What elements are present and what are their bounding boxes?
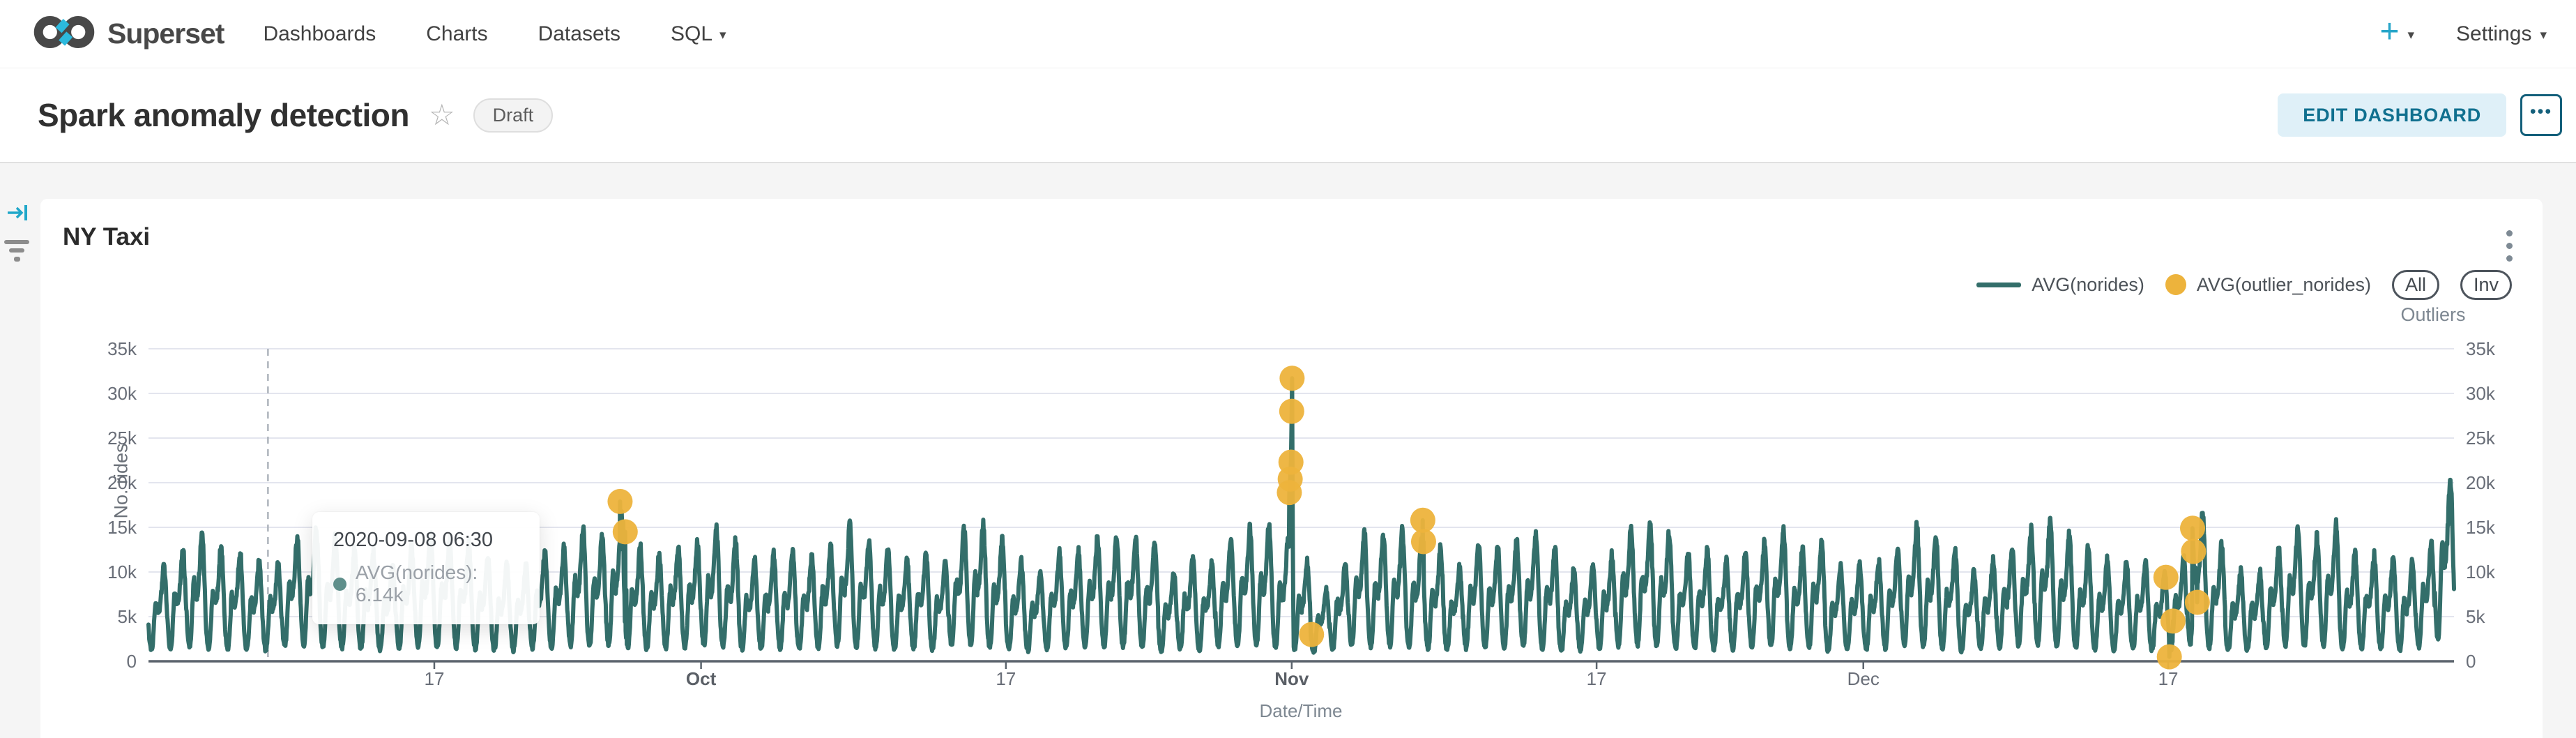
y-axis-label-left: 0 <box>127 651 137 672</box>
tooltip-value: AVG(norides): 6.14k <box>356 562 519 606</box>
y-axis-label-left: 10k <box>107 562 137 582</box>
draft-badge: Draft <box>473 98 554 133</box>
plus-icon: + <box>2379 15 2399 53</box>
legend-label: AVG(norides) <box>2032 274 2144 296</box>
chart-kebab-menu-icon[interactable] <box>2500 225 2518 266</box>
page-title: Spark anomaly detection <box>38 96 409 134</box>
navbar-right: + ▾ Settings ▾ <box>2379 15 2547 53</box>
x-axis-title: Date/Time <box>1196 700 1405 722</box>
nav-item-sql[interactable]: SQL ▾ <box>671 22 726 46</box>
y-axis-label-left: 5k <box>118 606 137 627</box>
chart-tooltip: 2020-09-08 06:30 AVG(norides): 6.14k <box>312 512 540 624</box>
x-axis-label: Nov <box>1274 668 1309 689</box>
outlier-point[interactable] <box>1411 529 1436 554</box>
outlier-point[interactable] <box>1279 366 1304 391</box>
outlier-point[interactable] <box>607 489 632 514</box>
nav-item-charts[interactable]: Charts <box>426 22 487 46</box>
x-axis-label: 17 <box>996 668 1016 689</box>
nav-item-datasets[interactable]: Datasets <box>538 22 620 46</box>
edit-dashboard-button[interactable]: EDIT DASHBOARD <box>2278 93 2506 137</box>
y-axis-label-right: 30k <box>2466 383 2496 404</box>
superset-infinity-icon <box>32 12 96 56</box>
main-nav: Dashboards Charts Datasets SQL ▾ <box>263 22 726 46</box>
caret-down-icon: ▾ <box>719 26 726 42</box>
outlier-point[interactable] <box>613 519 638 544</box>
x-axis-label: 17 <box>424 668 444 689</box>
outlier-point[interactable] <box>2180 515 2205 541</box>
favorite-star-icon[interactable]: ☆ <box>429 100 455 130</box>
settings-menu[interactable]: Settings ▾ <box>2456 22 2547 46</box>
y-axis-label-left: 30k <box>107 383 137 404</box>
legend-label: AVG(outlier_norides) <box>2197 274 2371 296</box>
tooltip-series-marker <box>333 578 346 591</box>
chart-title: NY Taxi <box>63 223 150 251</box>
left-axis-title: No. rides <box>111 412 132 551</box>
nav-item-dashboards[interactable]: Dashboards <box>263 22 376 46</box>
more-actions-button[interactable]: ••• <box>2520 94 2562 136</box>
outlier-point[interactable] <box>2185 590 2210 615</box>
caret-down-icon: ▾ <box>2540 26 2547 42</box>
y-axis-label-right: 35k <box>2466 338 2496 359</box>
outlier-point[interactable] <box>1299 622 1324 647</box>
x-axis-label: 17 <box>1587 668 1607 689</box>
outlier-point[interactable] <box>2157 645 2182 670</box>
top-navbar: Superset Dashboards Charts Datasets SQL … <box>0 0 2576 68</box>
y-axis-label-right: 10k <box>2466 562 2496 582</box>
x-axis-label: Oct <box>686 668 717 689</box>
x-axis-label: Dec <box>1847 668 1880 689</box>
y-axis-label-right: 15k <box>2466 517 2496 538</box>
right-axis-title: Outliers <box>2370 304 2496 326</box>
header-actions: EDIT DASHBOARD ••• <box>2278 93 2562 137</box>
filter-funnel-icon[interactable] <box>3 240 31 262</box>
legend-item-outlier-norides[interactable]: AVG(outlier_norides) <box>2165 274 2371 296</box>
brand-name: Superset <box>107 17 224 50</box>
x-axis-label: 17 <box>2158 668 2179 689</box>
outlier-point[interactable] <box>2160 608 2186 633</box>
legend-button-inv[interactable]: Inv <box>2460 270 2512 300</box>
expand-filter-panel-icon[interactable] <box>6 201 29 228</box>
outlier-point[interactable] <box>1410 508 1435 533</box>
legend-button-all[interactable]: All <box>2392 270 2439 300</box>
outlier-point[interactable] <box>1279 399 1304 424</box>
scatter-series-swatch <box>2165 274 2186 295</box>
outlier-point[interactable] <box>2181 539 2206 564</box>
new-item-button[interactable]: + ▾ <box>2379 15 2414 53</box>
caret-down-icon: ▾ <box>2408 26 2415 42</box>
chart-legend: AVG(norides) AVG(outlier_norides) All In… <box>1976 269 2512 300</box>
y-axis-label-right: 5k <box>2466 606 2485 627</box>
superset-logo[interactable]: Superset <box>32 12 224 56</box>
y-axis-label-right: 25k <box>2466 428 2496 449</box>
y-axis-label-left: 35k <box>107 338 137 359</box>
dashboard-header: Spark anomaly detection ☆ Draft EDIT DAS… <box>0 68 2576 163</box>
line-series-swatch <box>1976 283 2021 287</box>
outlier-point[interactable] <box>2154 565 2179 590</box>
legend-item-norides[interactable]: AVG(norides) <box>1976 274 2144 296</box>
tooltip-timestamp: 2020-09-08 06:30 <box>333 529 519 552</box>
y-axis-label-right: 0 <box>2466 651 2476 672</box>
y-axis-label-right: 20k <box>2466 472 2496 493</box>
outlier-point[interactable] <box>1279 450 1304 475</box>
